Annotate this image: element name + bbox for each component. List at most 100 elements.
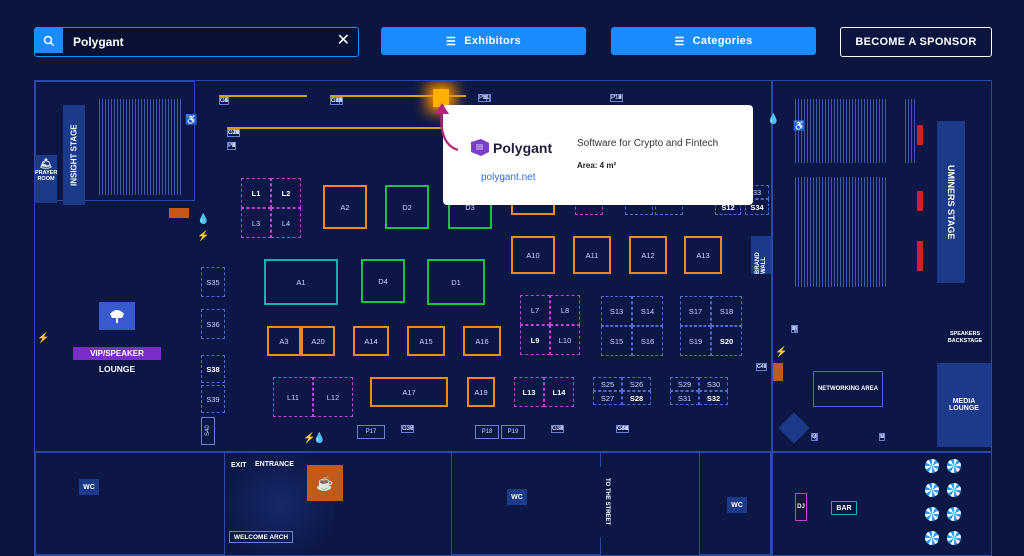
polygant-logo-icon bbox=[471, 139, 489, 156]
exhibitor-popup[interactable]: Polygant polygant.net Software for Crypt… bbox=[443, 105, 753, 205]
search-input[interactable] bbox=[71, 31, 325, 53]
bar[interactable]: BAR bbox=[831, 501, 857, 515]
booth-s16[interactable]: S16 bbox=[632, 326, 663, 356]
booth-small[interactable]: Q bbox=[811, 433, 818, 441]
booth-small[interactable]: P16 bbox=[610, 94, 623, 102]
booth-a12[interactable]: A12 bbox=[629, 236, 667, 274]
booth-small[interactable]: V bbox=[879, 433, 886, 441]
booth-s36[interactable]: S36 bbox=[201, 309, 225, 339]
become-sponsor-button[interactable]: BECOME A SPONSOR bbox=[840, 27, 992, 57]
booth-l12[interactable]: L12 bbox=[313, 377, 353, 417]
booth-s29[interactable]: S29 bbox=[670, 377, 699, 391]
booth-l7[interactable]: L7 bbox=[520, 295, 550, 325]
booth-l11[interactable]: L11 bbox=[273, 377, 313, 417]
exhibitors-button[interactable]: ☰ Exhibitors bbox=[381, 27, 586, 55]
booth-s26[interactable]: S26 bbox=[622, 377, 651, 391]
booth-s15[interactable]: S15 bbox=[601, 326, 632, 356]
insight-stage[interactable]: INSIGHT STAGE bbox=[63, 105, 85, 205]
booth-a20[interactable]: A20 bbox=[301, 326, 335, 356]
booth-a14[interactable]: A14 bbox=[353, 326, 389, 356]
booth-small[interactable]: G44 bbox=[616, 425, 630, 433]
g-bottom-1: G36 G37 G38 bbox=[401, 425, 447, 439]
booth-small[interactable]: G6 bbox=[219, 97, 230, 105]
booth-a10[interactable]: A10 bbox=[511, 236, 555, 274]
booth-small[interactable]: G46 bbox=[756, 363, 768, 371]
booth-l2[interactable]: L2 bbox=[271, 178, 301, 208]
list-icon: ☰ bbox=[446, 35, 457, 48]
popup-link[interactable]: polygant.net bbox=[481, 172, 536, 183]
lounge-label: LOUNGE bbox=[98, 364, 136, 374]
table-icon bbox=[925, 507, 939, 521]
water-icon: 💧 bbox=[767, 114, 780, 125]
booth-a3[interactable]: A3 bbox=[267, 326, 301, 356]
booth-a11[interactable]: A11 bbox=[573, 236, 611, 274]
categories-button[interactable]: ☰ Categories bbox=[611, 27, 816, 55]
booth-small[interactable]: G30 bbox=[227, 129, 241, 137]
booth-s40[interactable]: S40 bbox=[201, 417, 215, 445]
booth-small[interactable]: P11 bbox=[478, 94, 491, 102]
booth-p17[interactable]: P17 bbox=[357, 425, 385, 439]
booth-small[interactable]: P7 bbox=[227, 142, 237, 150]
prayer-room[interactable]: 🛎 PRAYER ROOM bbox=[35, 155, 57, 203]
booth-d2[interactable]: D2 bbox=[385, 185, 429, 229]
booth-s13[interactable]: S13 bbox=[601, 296, 632, 326]
water-icon: 💧 bbox=[313, 433, 326, 444]
booth-s32[interactable]: S32 bbox=[699, 391, 728, 405]
booth-p19[interactable]: P19 bbox=[501, 425, 525, 439]
booth-s38[interactable]: S38 bbox=[201, 355, 225, 383]
list-icon: ☰ bbox=[674, 35, 685, 48]
booth-d1[interactable]: D1 bbox=[427, 259, 485, 305]
booth-s25[interactable]: S25 bbox=[593, 377, 622, 391]
booth-s31[interactable]: S31 bbox=[670, 391, 699, 405]
booth-small[interactable]: G35 bbox=[551, 425, 565, 433]
booth-s39[interactable]: S39 bbox=[201, 385, 225, 413]
booth-l3[interactable]: L3 bbox=[241, 208, 271, 238]
booth-l10[interactable]: L10 bbox=[550, 325, 580, 355]
search-box[interactable]: ✕ bbox=[34, 27, 359, 57]
cafe-icon[interactable]: ☕ bbox=[307, 465, 343, 501]
networking-area[interactable]: NETWORKING AREA bbox=[813, 371, 883, 407]
table-icon bbox=[947, 459, 961, 473]
media-lounge[interactable]: MEDIA LOUNGE bbox=[937, 363, 991, 447]
booth-s14[interactable]: S14 bbox=[632, 296, 663, 326]
booth-s35[interactable]: S35 bbox=[201, 267, 225, 297]
merch-icon bbox=[778, 412, 810, 444]
booth-d4[interactable]: D4 bbox=[361, 259, 405, 303]
booth-l1[interactable]: L1 bbox=[241, 178, 271, 208]
dj-booth[interactable]: DJ bbox=[795, 493, 807, 521]
booth-p18[interactable]: P18 bbox=[475, 425, 499, 439]
booth-s19[interactable]: S19 bbox=[680, 326, 711, 356]
booth-l8[interactable]: L8 bbox=[550, 295, 580, 325]
booth-l14[interactable]: L14 bbox=[544, 377, 574, 407]
search-icon[interactable] bbox=[35, 28, 63, 53]
booth-a13[interactable]: A13 bbox=[684, 236, 722, 274]
booth-small[interactable]: M bbox=[791, 325, 798, 333]
vip-seats-marker bbox=[917, 191, 923, 211]
booth-a2[interactable]: A2 bbox=[323, 185, 367, 229]
booth-l9[interactable]: L9 bbox=[520, 325, 550, 355]
booth-a19[interactable]: A19 bbox=[467, 377, 495, 407]
booth-a17[interactable]: A17 bbox=[370, 377, 448, 407]
uminers-stage[interactable]: UMINERS STAGE bbox=[937, 121, 965, 283]
categories-label: Categories bbox=[692, 35, 753, 47]
booth-s17[interactable]: S17 bbox=[680, 296, 711, 326]
letters-bottom-2: RSTUV bbox=[879, 433, 935, 442]
booth-s18[interactable]: S18 bbox=[711, 296, 742, 326]
booth-l4[interactable]: L4 bbox=[271, 208, 301, 238]
booth-s28[interactable]: S28 bbox=[622, 391, 651, 405]
seating bbox=[795, 177, 887, 287]
booth-a1[interactable]: A1 bbox=[264, 259, 338, 305]
booth-a15[interactable]: A15 bbox=[407, 326, 445, 356]
booth-s30[interactable]: S30 bbox=[699, 377, 728, 391]
booth-l13[interactable]: L13 bbox=[514, 377, 544, 407]
wc-icon: WC bbox=[727, 497, 747, 513]
wc-room bbox=[35, 451, 225, 555]
g-row-1: G1 G2 G3 G4 G5 G6 bbox=[219, 95, 307, 107]
booth-small[interactable]: G38 bbox=[401, 425, 415, 433]
booth-a16[interactable]: A16 bbox=[463, 326, 501, 356]
wc-icon: WC bbox=[79, 479, 99, 495]
booth-s27[interactable]: S27 bbox=[593, 391, 622, 405]
booth-s20[interactable]: S20 bbox=[711, 326, 742, 356]
booth-small[interactable]: G15 bbox=[330, 97, 344, 105]
clear-search-icon[interactable]: ✕ bbox=[337, 31, 350, 51]
